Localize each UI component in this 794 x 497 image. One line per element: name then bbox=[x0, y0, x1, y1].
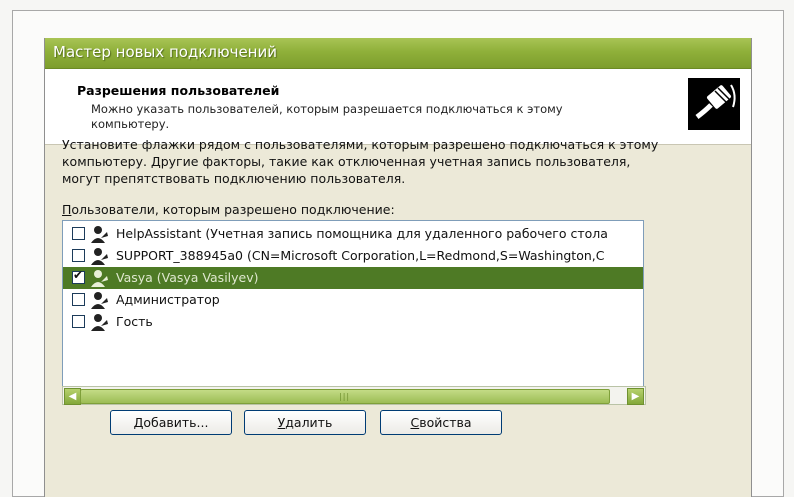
scroll-left-button[interactable]: ◀ bbox=[64, 388, 81, 405]
user-icon bbox=[91, 248, 108, 265]
user-checkbox[interactable] bbox=[72, 293, 85, 306]
user-row-helpassistant[interactable]: HelpAssistant (Учетная запись помощника … bbox=[63, 223, 643, 245]
instructions-text: Установите флажки рядом с пользователями… bbox=[62, 137, 659, 186]
user-name: HelpAssistant (Учетная запись помощника … bbox=[116, 226, 608, 241]
user-icon bbox=[91, 314, 108, 331]
user-checkbox[interactable] bbox=[72, 315, 85, 328]
user-checkbox[interactable] bbox=[72, 227, 85, 240]
user-icon bbox=[91, 270, 108, 287]
header-title: Разрешения пользователей bbox=[77, 83, 280, 98]
user-icon bbox=[91, 226, 108, 243]
user-checkbox[interactable] bbox=[72, 249, 85, 262]
wizard-header: Разрешения пользователей Можно указать п… bbox=[45, 69, 751, 145]
user-row-support[interactable]: SUPPORT_388945a0 (CN=Microsoft Corporati… bbox=[63, 245, 643, 267]
user-checkbox[interactable]: ✔ bbox=[72, 268, 85, 284]
scroll-right-button[interactable]: ▶ bbox=[627, 388, 644, 405]
user-name: SUPPORT_388945a0 (CN=Microsoft Corporati… bbox=[116, 248, 605, 263]
users-label-text: ользователи, которым разрешено подключен… bbox=[71, 202, 395, 217]
scroll-grip: ||| bbox=[339, 392, 351, 401]
users-list-label: Пользователи, которым разрешено подключе… bbox=[62, 202, 395, 217]
properties-button[interactable]: Свойства bbox=[380, 410, 502, 435]
remove-button[interactable]: Удалить bbox=[244, 410, 366, 435]
network-cable-icon bbox=[688, 78, 740, 130]
user-row-vasya[interactable]: ✔ Vasya (Vasya Vasilyev) bbox=[63, 267, 643, 289]
title-bar[interactable]: Мастер новых подключений bbox=[45, 38, 751, 69]
user-name: Гость bbox=[116, 314, 153, 329]
horizontal-scrollbar[interactable]: ◀ ||| ▶ bbox=[62, 386, 646, 405]
users-list[interactable]: HelpAssistant (Учетная запись помощника … bbox=[62, 220, 644, 388]
user-row-administrator[interactable]: Администратор bbox=[63, 289, 643, 311]
user-name: Vasya (Vasya Vasilyev) bbox=[116, 270, 259, 285]
user-name: Администратор bbox=[116, 292, 220, 307]
header-subtitle: Можно указать пользователей, которым раз… bbox=[91, 102, 563, 131]
window-title: Мастер новых подключений bbox=[53, 43, 277, 61]
user-row-guest[interactable]: Гость bbox=[63, 311, 643, 333]
add-button[interactable]: Добавить... bbox=[110, 410, 232, 435]
users-label-hotkey: П bbox=[62, 202, 72, 217]
scroll-thumb[interactable]: ||| bbox=[80, 389, 610, 404]
user-icon bbox=[91, 292, 108, 309]
